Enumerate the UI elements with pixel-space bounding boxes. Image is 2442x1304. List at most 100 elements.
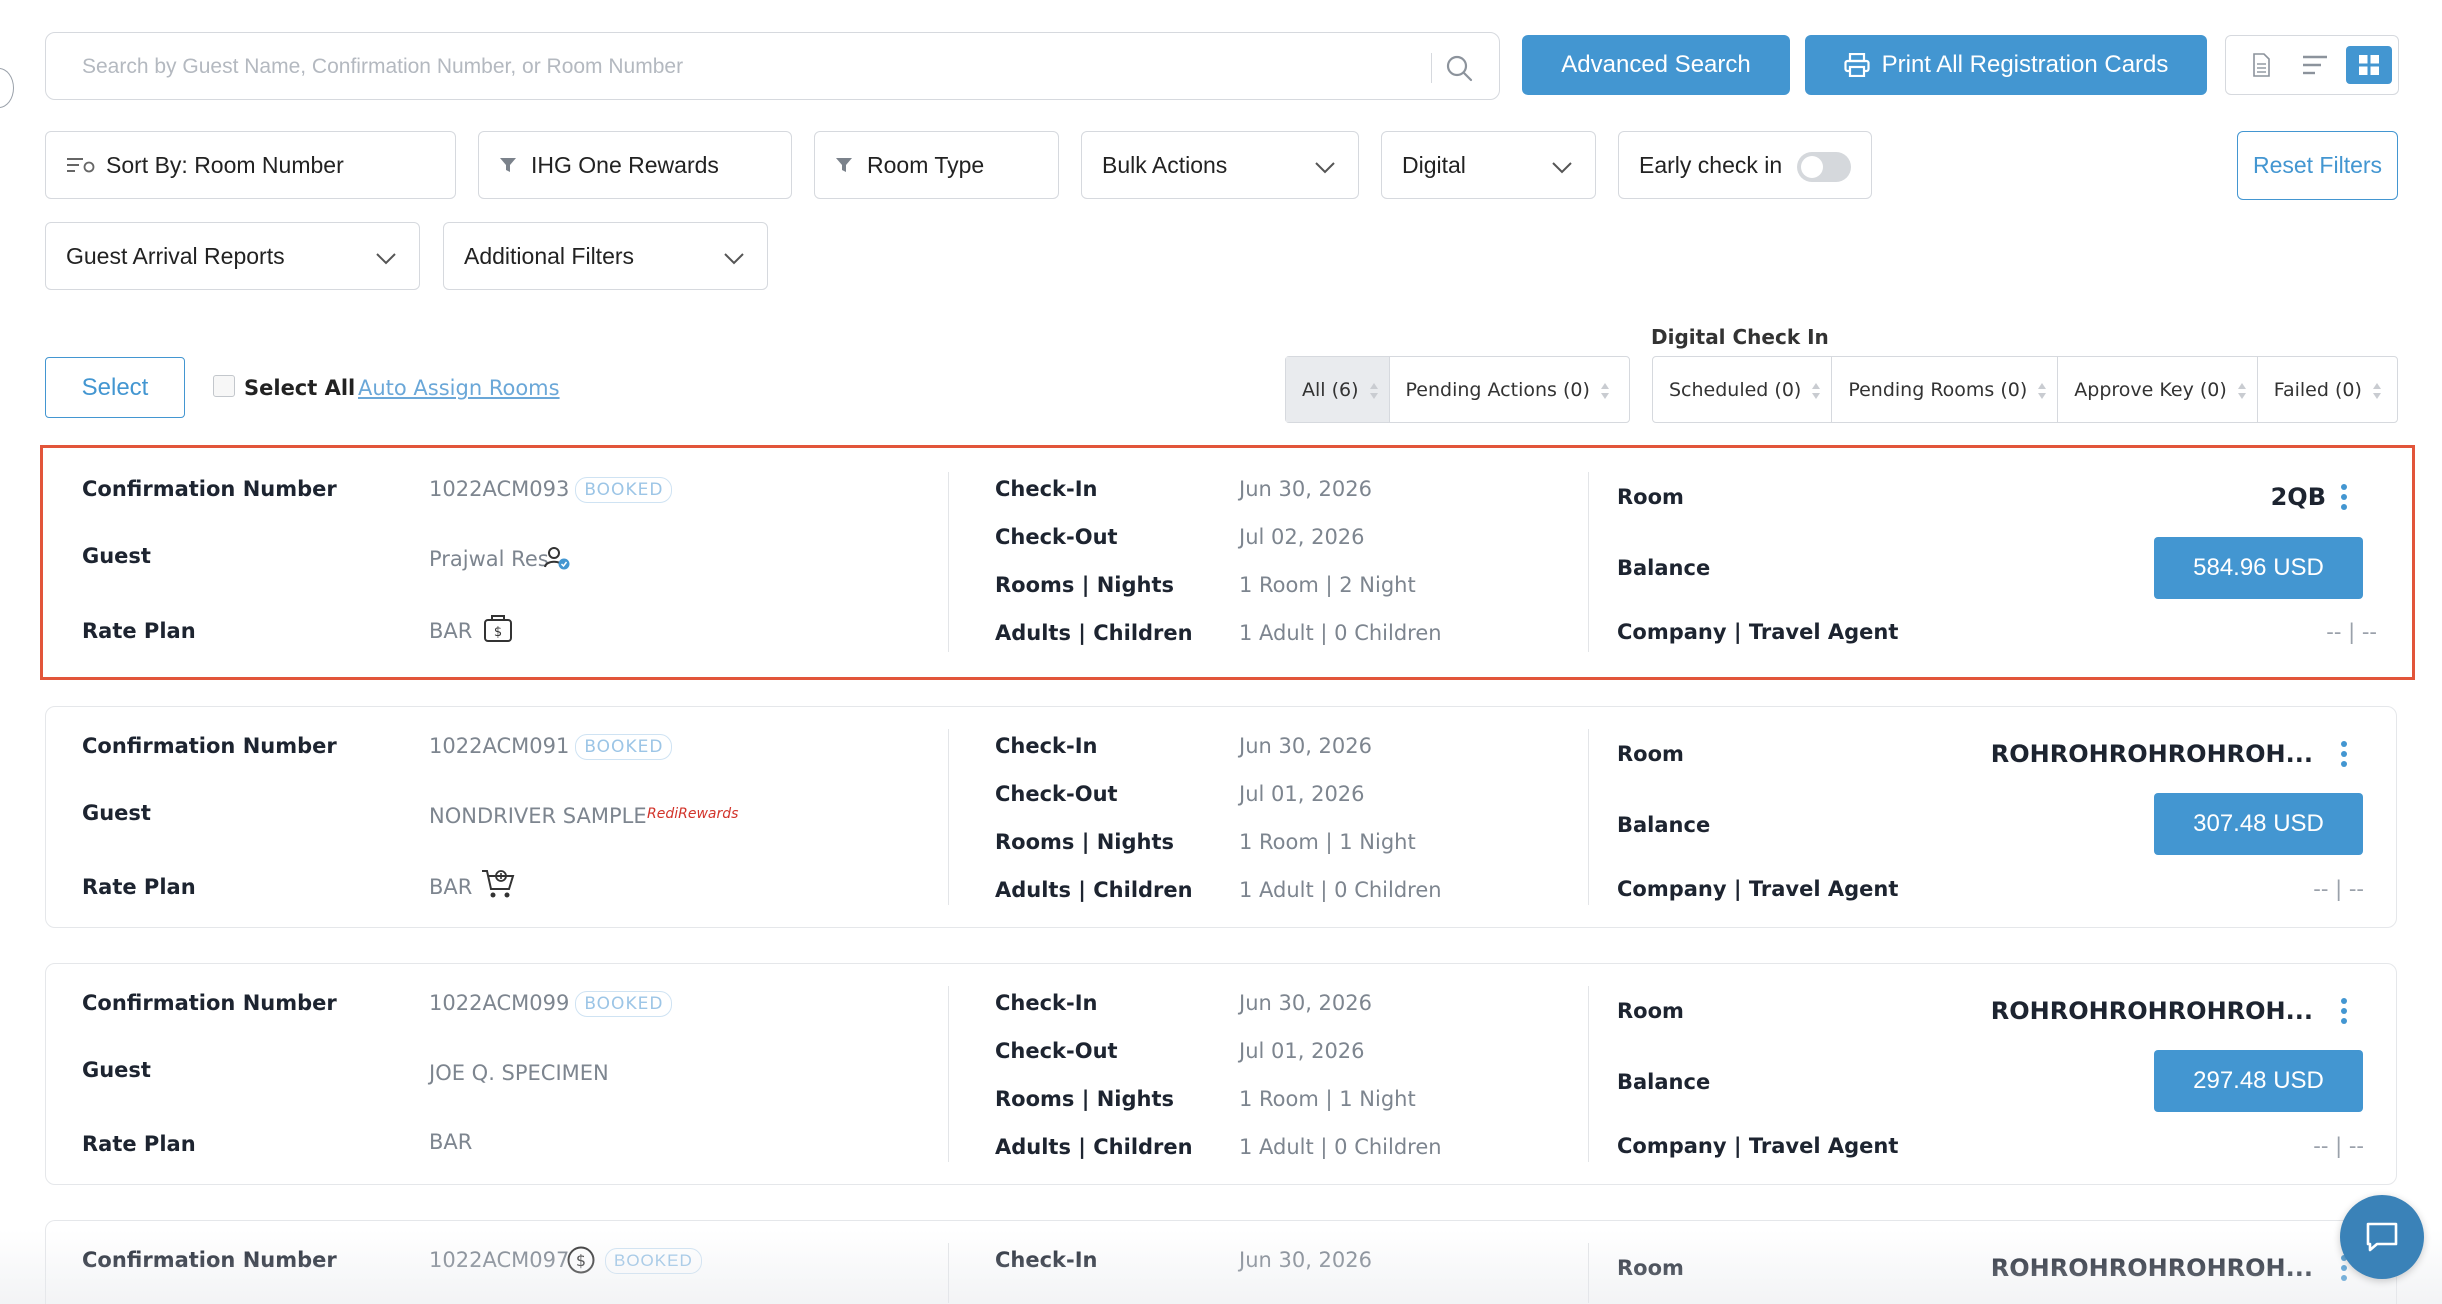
sort-arrows-icon — [1600, 383, 1609, 399]
adults-children-value: 1 Adult | 0 Children — [1239, 1135, 1442, 1159]
ihg-rewards-filter[interactable]: IHG One Rewards — [478, 131, 792, 199]
room-number[interactable]: 2QB — [2271, 483, 2326, 511]
column-divider — [948, 729, 949, 905]
tab-pending-rooms[interactable]: Pending Rooms (0) — [1832, 357, 2059, 422]
tab-pending-actions-label: Pending Actions (0) — [1405, 378, 1590, 401]
sort-by-label: Sort By: Room Number — [106, 151, 344, 178]
rooms-nights-value: 1 Room | 2 Night — [1239, 573, 1416, 597]
check-out-label: Check-Out — [995, 1039, 1118, 1063]
cart-plus-icon[interactable] — [481, 867, 515, 899]
rate-plan-label: Rate Plan — [82, 619, 196, 643]
adults-children-value: 1 Adult | 0 Children — [1239, 621, 1442, 645]
chat-bubble-icon — [2366, 1222, 2398, 1252]
view-grid-button[interactable] — [2346, 46, 2392, 84]
room-number[interactable]: ROHROHROHROHROH... — [1991, 1254, 2313, 1282]
filter-funnel-icon — [836, 158, 852, 172]
view-document-button[interactable] — [2238, 46, 2284, 84]
room-number[interactable]: ROHROHROHROHROH... — [1991, 997, 2313, 1025]
bulk-actions-dropdown[interactable]: Bulk Actions — [1081, 131, 1359, 199]
dollar-circle-icon[interactable]: $ — [566, 1245, 596, 1275]
balance-amount: 307.48 USD — [2193, 810, 2324, 837]
chevron-down-icon — [376, 253, 396, 265]
svg-text:$: $ — [494, 625, 502, 640]
additional-filters-dropdown[interactable]: Additional Filters — [443, 222, 768, 290]
more-options-icon[interactable] — [2340, 998, 2348, 1024]
tab-failed[interactable]: Failed (0) — [2258, 357, 2392, 422]
sort-arrows-icon — [1369, 383, 1378, 399]
check-out-label: Check-Out — [995, 782, 1118, 806]
rooms-nights-value: 1 Room | 1 Night — [1239, 830, 1416, 854]
status-badge: BOOKED — [575, 734, 673, 760]
select-all-checkbox[interactable] — [213, 375, 235, 397]
chat-button[interactable] — [2340, 1195, 2424, 1279]
early-checkin-toggle[interactable] — [1797, 152, 1851, 182]
reservation-card[interactable]: Confirmation Number 1022ACM091 BOOKED Gue… — [45, 706, 2397, 928]
digital-check-in-tabs: Scheduled (0) Pending Rooms (0) Approve … — [1652, 356, 2398, 423]
confirmation-number-value: 1022ACM097 — [429, 1248, 570, 1272]
balance-label: Balance — [1617, 556, 1711, 580]
printer-icon — [1844, 53, 1870, 77]
guest-label: Guest — [82, 1058, 151, 1082]
search-icon[interactable] — [1445, 54, 1473, 82]
reservation-card[interactable]: Confirmation Number 1022ACM093 BOOKED Gue… — [40, 445, 2415, 680]
guest-label: Guest — [82, 544, 151, 568]
more-options-icon[interactable] — [2340, 484, 2348, 510]
guest-name[interactable]: NONDRIVER SAMPLE — [429, 804, 647, 828]
adults-children-label: Adults | Children — [995, 1135, 1193, 1159]
tab-all[interactable]: All (6) — [1286, 357, 1390, 422]
view-list-button[interactable] — [2292, 46, 2338, 84]
status-tabs: All (6) Pending Actions (0) — [1285, 356, 1630, 423]
reset-filters-button[interactable]: Reset Filters — [2237, 131, 2398, 200]
red-rewards-logo: RediRewards — [647, 806, 739, 822]
reservation-card[interactable]: Confirmation Number 1022ACM097 $ BOOKED … — [45, 1220, 2397, 1304]
company-value: -- | -- — [2326, 620, 2377, 644]
reservation-card[interactable]: Confirmation Number 1022ACM099 BOOKED Gue… — [45, 963, 2397, 1185]
rooms-nights-label: Rooms | Nights — [995, 573, 1174, 597]
more-options-icon[interactable] — [2340, 741, 2348, 767]
view-mode-toggle — [2225, 35, 2399, 95]
digital-dropdown[interactable]: Digital — [1381, 131, 1596, 199]
print-registration-cards-button[interactable]: Print All Registration Cards — [1805, 35, 2207, 95]
tab-approve-key-label: Approve Key (0) — [2074, 378, 2227, 401]
advanced-search-button[interactable]: Advanced Search — [1522, 35, 1790, 95]
column-divider — [948, 1243, 949, 1303]
balance-amount: 297.48 USD — [2193, 1067, 2324, 1094]
guest-name[interactable]: Prajwal Res — [429, 547, 549, 571]
sidebar-collapse-handle[interactable] — [0, 68, 14, 108]
tab-approve-key[interactable]: Approve Key (0) — [2058, 357, 2258, 422]
balance-button[interactable]: 297.48 USD — [2154, 1050, 2363, 1112]
room-number[interactable]: ROHROHROHROHROH... — [1991, 740, 2313, 768]
confirmation-number-label: Confirmation Number — [82, 1248, 337, 1272]
guest-name[interactable]: JOE Q. SPECIMEN — [429, 1061, 609, 1085]
check-in-date: Jun 30, 2026 — [1239, 1248, 1373, 1272]
adults-children-label: Adults | Children — [995, 878, 1193, 902]
tab-failed-label: Failed (0) — [2273, 378, 2362, 401]
auto-assign-rooms-link[interactable]: Auto Assign Rooms — [358, 376, 560, 400]
rooms-nights-label: Rooms | Nights — [995, 830, 1174, 854]
digital-check-in-title: Digital Check In — [1651, 325, 1829, 349]
company-label: Company | Travel Agent — [1617, 877, 1899, 901]
tab-pending-actions[interactable]: Pending Actions (0) — [1390, 357, 1620, 422]
guest-arrival-reports-dropdown[interactable]: Guest Arrival Reports — [45, 222, 420, 290]
column-divider — [1588, 986, 1589, 1162]
column-divider — [948, 472, 949, 652]
balance-button[interactable]: 584.96 USD — [2154, 537, 2363, 599]
sort-by-dropdown[interactable]: Sort By: Room Number — [45, 131, 456, 199]
check-out-date: Jul 01, 2026 — [1239, 782, 1365, 806]
print-registration-cards-label: Print All Registration Cards — [1881, 51, 2169, 78]
column-divider — [1588, 729, 1589, 905]
room-type-filter[interactable]: Room Type — [814, 131, 1059, 199]
sort-arrows-icon — [2372, 383, 2381, 399]
money-bag-icon[interactable]: $ — [483, 613, 513, 643]
rate-plan-label: Rate Plan — [82, 1132, 196, 1156]
search-divider — [1431, 53, 1432, 83]
select-button[interactable]: Select — [45, 357, 185, 418]
tab-scheduled[interactable]: Scheduled (0) — [1653, 357, 1833, 422]
balance-label: Balance — [1617, 1070, 1711, 1094]
search-input[interactable]: Search by Guest Name, Confirmation Numbe… — [45, 32, 1500, 100]
balance-button[interactable]: 307.48 USD — [2154, 793, 2363, 855]
check-in-date: Jun 30, 2026 — [1239, 477, 1373, 501]
grid-icon — [2359, 55, 2379, 75]
status-badge: BOOKED — [605, 1248, 702, 1274]
early-checkin-filter: Early check in — [1618, 131, 1872, 199]
